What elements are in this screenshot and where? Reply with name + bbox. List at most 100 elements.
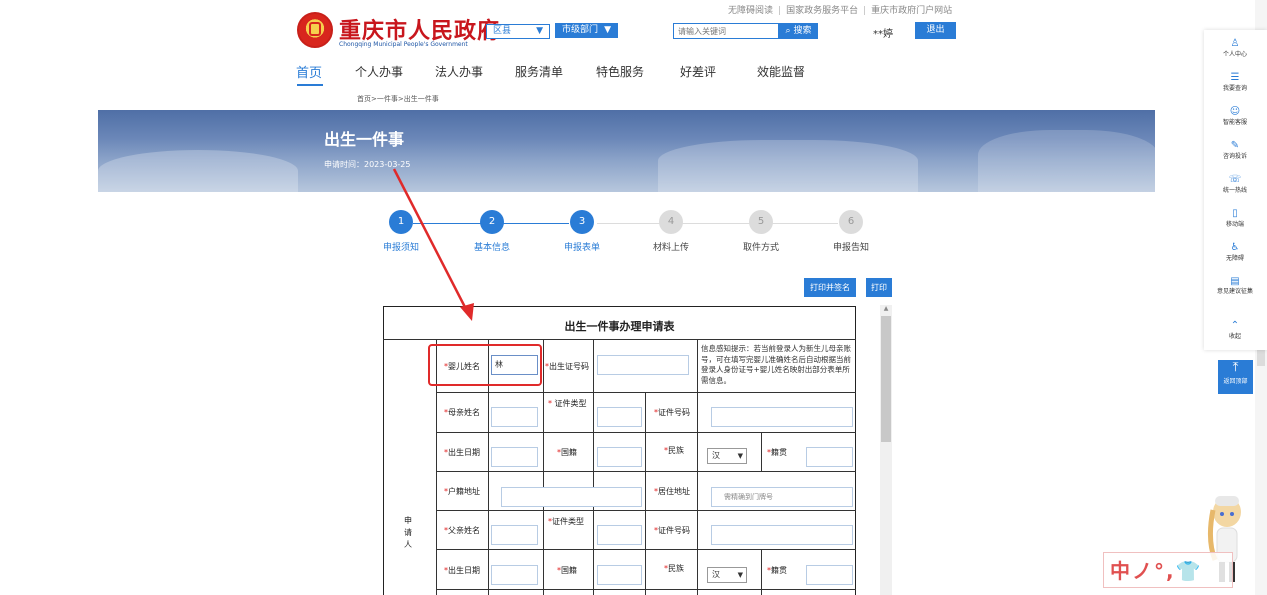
- step-2-circle[interactable]: 2: [480, 210, 504, 234]
- mother-household-address-input[interactable]: [501, 487, 642, 507]
- chevron-down-icon: ▼: [737, 571, 743, 579]
- sidebar-item-mobile[interactable]: ▯ 移动端: [1205, 208, 1265, 228]
- form-grid-line: [436, 392, 856, 393]
- sidebar-item-personal-center[interactable]: ♙ 个人中心: [1205, 38, 1265, 58]
- robot-icon: ☺: [1229, 106, 1241, 117]
- arrow-up-icon: ⤒: [1232, 360, 1239, 375]
- form-grid-line: [761, 549, 762, 595]
- nav-active-indicator: [297, 84, 323, 86]
- nav-item-service-list[interactable]: 服务清单: [515, 63, 563, 80]
- father-id-number-input[interactable]: [711, 525, 853, 545]
- sidebar-item-complaint[interactable]: ✎ 咨询投诉: [1205, 140, 1265, 160]
- highlight-box: [428, 344, 542, 386]
- edit-icon: ✎: [1230, 140, 1240, 151]
- nav-item-featured[interactable]: 特色服务: [596, 63, 644, 80]
- father-ethnicity-label: *民族: [664, 564, 684, 573]
- mother-native-place-input[interactable]: [806, 447, 853, 467]
- national-platform-link[interactable]: 国家政务服务平台: [786, 3, 858, 16]
- form-grid-line: [543, 339, 544, 595]
- step-5-label: 取件方式: [742, 243, 779, 253]
- father-native-place-input[interactable]: [806, 565, 853, 585]
- breadcrumb[interactable]: 首页>一件事>出生一件事: [357, 94, 439, 104]
- father-id-type-label: *证件类型: [548, 517, 584, 526]
- phone-icon: ☏: [1228, 174, 1242, 185]
- print-and-sign-button[interactable]: 打印并签名: [804, 278, 856, 297]
- district-select-label: 区县: [493, 26, 512, 36]
- form-grid-line: [436, 471, 856, 472]
- father-id-type-input[interactable]: [597, 525, 642, 545]
- divider: |: [863, 6, 867, 16]
- sidebar-item-accessibility[interactable]: ♿ 无障碍: [1205, 242, 1265, 262]
- mother-residence-address-input[interactable]: 需精确到门牌号: [711, 487, 853, 507]
- feedback-icon: ▤: [1230, 276, 1240, 287]
- back-to-top-button[interactable]: ⤒ 返回顶部: [1218, 360, 1253, 394]
- father-name-input[interactable]: [491, 525, 538, 545]
- district-select[interactable]: 区县 ▼: [486, 24, 550, 39]
- caret-down-icon: ▼: [604, 25, 611, 35]
- search-button[interactable]: ⌕ 搜索: [779, 23, 818, 39]
- emblem-logo[interactable]: [297, 12, 333, 48]
- scroll-up-icon[interactable]: ▲: [880, 305, 892, 315]
- step-5-circle: 5: [749, 210, 773, 234]
- residence-address-label: *居住地址: [654, 487, 690, 496]
- print-button[interactable]: 打印: [866, 278, 892, 297]
- form-grid-line: [645, 392, 646, 595]
- info-hint: 信息感知提示：若当前登录人为新生儿母亲账号，可在填写完婴儿准确姓名后自动根据当前…: [701, 344, 851, 385]
- step-3-circle[interactable]: 3: [570, 210, 594, 234]
- accessibility-link[interactable]: 无障碍阅读: [728, 3, 773, 16]
- mother-id-number-input[interactable]: [711, 407, 853, 427]
- logout-button[interactable]: 退出: [915, 22, 956, 39]
- sidebar-collapse[interactable]: ⌃ 收起: [1205, 320, 1265, 340]
- form-grid-line: [593, 339, 594, 595]
- search-input[interactable]: [673, 23, 779, 39]
- nav-item-home[interactable]: 首页: [296, 62, 322, 81]
- chevron-up-icon: ⌃: [1230, 320, 1240, 331]
- father-ethnicity-select[interactable]: 汉 ▼: [707, 567, 747, 583]
- chevron-down-icon: ▼: [737, 452, 743, 460]
- father-nationality-input[interactable]: [597, 565, 642, 585]
- sidebar-item-feedback[interactable]: ▤ 意见建议征集: [1205, 276, 1265, 296]
- top-utility-bar: 无障碍阅读 | 国家政务服务平台 | 重庆市政府门户网站: [728, 3, 952, 16]
- sidebar-item-smart-service[interactable]: ☺ 智能客服: [1205, 106, 1265, 126]
- form-grid-line: [761, 432, 762, 471]
- nav-item-supervision[interactable]: 效能监督: [757, 63, 805, 80]
- nav-item-personal[interactable]: 个人办事: [355, 63, 403, 80]
- form-grid-line: [436, 589, 856, 590]
- form-grid-line: [436, 432, 856, 433]
- site-subtitle: Chongqing Municipal People's Government: [339, 41, 468, 48]
- search-button-label: 搜索: [793, 26, 812, 36]
- user-icon: ♙: [1230, 38, 1240, 49]
- applicant-section-label: 申请人: [404, 516, 412, 549]
- mother-id-type-input[interactable]: [597, 407, 642, 427]
- nav-item-rating[interactable]: 好差评: [680, 63, 716, 80]
- step-6-circle: 6: [839, 210, 863, 234]
- mother-nationality-input[interactable]: [597, 447, 642, 467]
- nationality-label: *国籍: [557, 448, 577, 457]
- step-4-label: 材料上传: [652, 243, 689, 253]
- page-title: 出生一件事: [324, 130, 405, 149]
- father-nationality-label: *国籍: [557, 566, 577, 575]
- native-place-label: *籍贯: [767, 448, 787, 457]
- search-icon: ⌕: [785, 26, 791, 36]
- form-scrollbar-thumb[interactable]: [881, 316, 891, 442]
- username[interactable]: **婷: [873, 25, 893, 40]
- query-icon: ☰: [1230, 72, 1240, 83]
- portal-link[interactable]: 重庆市政府门户网站: [871, 3, 952, 16]
- form-grid-line: [697, 339, 698, 595]
- nav-item-legal-person[interactable]: 法人办事: [435, 63, 483, 80]
- birth-cert-number-input[interactable]: [597, 355, 689, 375]
- mother-birth-date-input[interactable]: [491, 447, 538, 467]
- watermark-logo: 中ノ°,👕: [1103, 552, 1233, 588]
- sidebar-item-hotline[interactable]: ☏ 统一热线: [1205, 174, 1265, 194]
- department-select[interactable]: 市级部门 ▼: [555, 23, 618, 38]
- father-birth-date-input[interactable]: [491, 565, 538, 585]
- annotation-arrow-icon: [392, 168, 474, 321]
- ethnicity-label: *民族: [664, 446, 684, 455]
- father-id-number-label: *证件号码: [654, 526, 690, 535]
- sidebar-item-query[interactable]: ☰ 我要查询: [1205, 72, 1265, 92]
- mother-ethnicity-select[interactable]: 汉 ▼: [707, 448, 747, 464]
- id-number-label: *证件号码: [654, 408, 690, 417]
- form-grid-line: [436, 549, 856, 550]
- mother-name-input[interactable]: [491, 407, 538, 427]
- household-address-label: *户籍地址: [444, 487, 480, 496]
